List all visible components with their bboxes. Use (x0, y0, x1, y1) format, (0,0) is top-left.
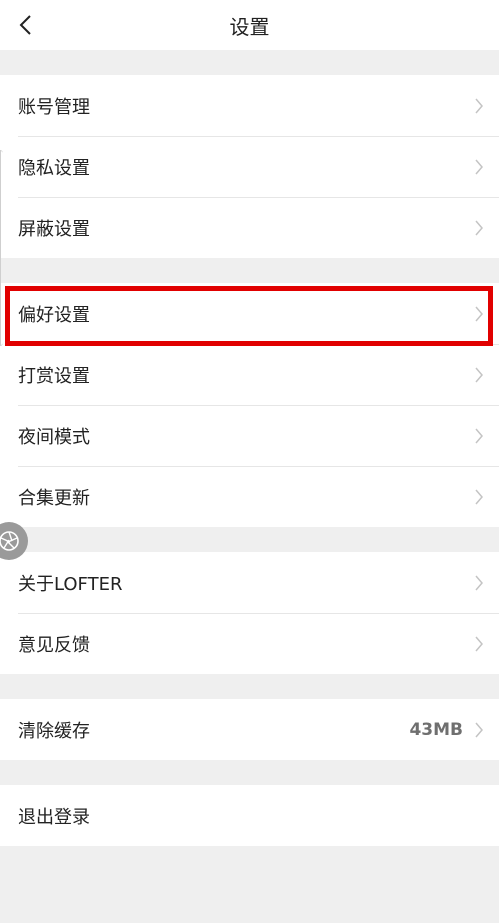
settings-item-label: 隐私设置 (18, 157, 90, 179)
section-gap (0, 50, 499, 75)
settings-item-privacy[interactable]: 隐私设置 (0, 136, 499, 197)
settings-item-collection-updates[interactable]: 合集更新 (0, 466, 499, 527)
back-button[interactable] (12, 12, 38, 38)
chevron-right-icon (473, 427, 485, 445)
settings-item-night-mode[interactable]: 夜间模式 (0, 405, 499, 466)
settings-item-about[interactable]: 关于LOFTER (0, 552, 499, 613)
settings-item-label: 意见反馈 (18, 634, 90, 656)
chevron-right-icon (473, 574, 485, 592)
settings-item-clear-cache[interactable]: 清除缓存 43MB (0, 699, 499, 760)
settings-item-label: 屏蔽设置 (18, 218, 90, 240)
section-gap (0, 527, 499, 552)
chevron-right-icon (473, 219, 485, 237)
section-gap (0, 258, 499, 283)
settings-item-label: 清除缓存 (18, 720, 90, 742)
chevron-right-icon (473, 721, 485, 739)
chevron-left-icon (19, 15, 31, 35)
chevron-right-icon (473, 366, 485, 384)
settings-item-label: 合集更新 (18, 487, 90, 509)
settings-item-label: 打赏设置 (18, 365, 90, 387)
chevron-right-icon (473, 97, 485, 115)
aperture-icon (0, 531, 19, 551)
cache-size-value: 43MB (409, 719, 463, 740)
page-title: 设置 (229, 14, 270, 39)
settings-group-about: 关于LOFTER 意见反馈 (0, 552, 499, 674)
settings-item-account[interactable]: 账号管理 (0, 75, 499, 136)
chevron-right-icon (473, 635, 485, 653)
chevron-right-icon (473, 305, 485, 323)
settings-item-label: 夜间模式 (18, 426, 90, 448)
settings-item-feedback[interactable]: 意见反馈 (0, 613, 499, 674)
section-gap (0, 760, 499, 785)
chevron-right-icon (473, 488, 485, 506)
settings-item-preferences[interactable]: 偏好设置 (0, 283, 499, 344)
settings-item-label: 退出登录 (18, 806, 90, 828)
header-bar: 设置 (0, 0, 499, 50)
section-gap (0, 674, 499, 699)
settings-item-label: 关于LOFTER (18, 573, 123, 595)
settings-group-cache: 清除缓存 43MB (0, 699, 499, 760)
settings-group-preferences: 偏好设置 打赏设置 夜间模式 合集更新 (0, 283, 499, 527)
settings-item-label: 账号管理 (18, 96, 90, 118)
settings-group-logout: 退出登录 (0, 785, 499, 846)
chevron-right-icon (473, 158, 485, 176)
logout-button[interactable]: 退出登录 (0, 785, 499, 846)
settings-item-tipping[interactable]: 打赏设置 (0, 344, 499, 405)
settings-group-account: 账号管理 隐私设置 屏蔽设置 (0, 75, 499, 258)
settings-item-label: 偏好设置 (18, 304, 90, 326)
settings-item-block[interactable]: 屏蔽设置 (0, 197, 499, 258)
edge-handle[interactable] (0, 150, 3, 346)
